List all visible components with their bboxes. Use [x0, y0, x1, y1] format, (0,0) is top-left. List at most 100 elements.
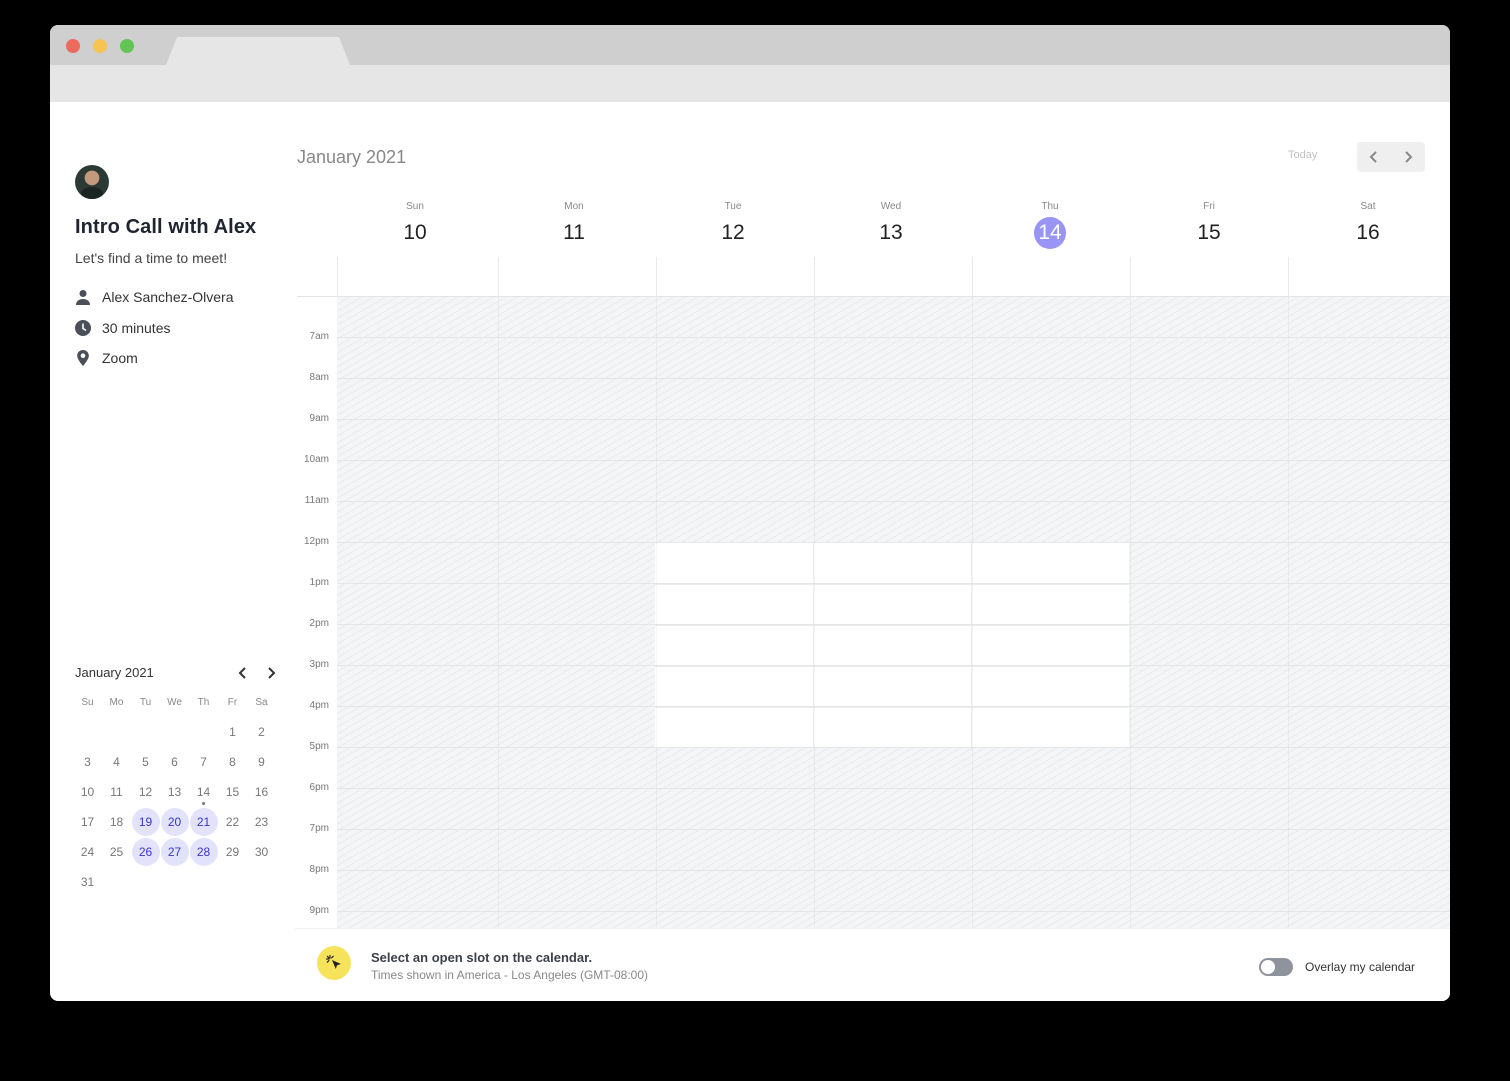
mini-day-number: 31	[80, 875, 95, 889]
cursor-click-icon	[325, 954, 341, 969]
hour-label: 11am	[304, 495, 329, 506]
mini-weekday-label: Fr	[227, 697, 238, 708]
day-gridline	[814, 297, 815, 928]
mini-day-number: 2	[258, 725, 265, 739]
open-slot-wed-3pm[interactable]	[813, 666, 971, 707]
mini-day-27[interactable]: 27	[160, 837, 189, 867]
day-date: 15	[1130, 217, 1288, 249]
mini-day-6: 6	[160, 747, 189, 777]
hour-label: 5pm	[309, 741, 329, 752]
open-slot-tue-12pm[interactable]	[655, 543, 813, 584]
hour-label: 4pm	[309, 700, 329, 711]
open-slot-wed-4pm[interactable]	[813, 707, 971, 748]
day-gridline	[1130, 297, 1131, 928]
hour-gridline	[337, 870, 1450, 871]
mini-day-26[interactable]: 26	[131, 837, 160, 867]
hour-gridline	[337, 542, 1450, 543]
open-slot-thu-3pm[interactable]	[971, 666, 1129, 707]
day-date: 11	[495, 217, 653, 249]
day-date: 12	[654, 217, 812, 249]
chevron-left-icon	[238, 667, 246, 679]
open-slot-wed-2pm[interactable]	[813, 625, 971, 666]
mini-day-20[interactable]: 20	[160, 807, 189, 837]
day-date-number: 13	[879, 221, 903, 244]
day-gridline	[498, 297, 499, 928]
overlay-calendar-toggle[interactable]	[1259, 958, 1293, 976]
day-gridline	[656, 297, 657, 928]
hour-gridline	[337, 747, 1450, 748]
all-day-separator	[972, 257, 973, 297]
mini-day-25: 25	[102, 837, 131, 867]
hour-gridline	[337, 665, 1450, 666]
mini-day-number: 30	[254, 845, 269, 859]
hour-label: 3pm	[309, 659, 329, 670]
open-slot-thu-2pm[interactable]	[971, 625, 1129, 666]
day-date-number: 10	[403, 221, 427, 244]
day-date: 10	[336, 217, 494, 249]
hour-label: 9am	[309, 413, 329, 424]
mini-day-1: 1	[218, 717, 247, 747]
mini-day-28[interactable]: 28	[189, 837, 218, 867]
open-slot-tue-2pm[interactable]	[655, 625, 813, 666]
mini-day-22: 22	[218, 807, 247, 837]
duration-text: 30 minutes	[102, 320, 171, 336]
mini-weekday-label: Su	[81, 697, 94, 708]
mini-calendar-prev-button[interactable]	[233, 663, 253, 683]
maximize-window-button[interactable]	[120, 39, 134, 53]
prev-week-button[interactable]	[1357, 142, 1391, 172]
footer-bar: Select an open slot on the calendar. Tim…	[295, 928, 1450, 1001]
mini-day-number: 9	[258, 755, 265, 769]
hour-gridline	[337, 583, 1450, 584]
mini-day-number: 5	[142, 755, 149, 769]
host-avatar	[75, 165, 109, 199]
mini-day-number: 22	[225, 815, 240, 829]
hour-gridline	[337, 501, 1450, 502]
open-slot-tue-1pm[interactable]	[655, 584, 813, 625]
next-week-button[interactable]	[1391, 142, 1425, 172]
mini-day-empty	[160, 867, 189, 897]
today-indicator-dot	[202, 802, 205, 805]
mini-day-empty	[102, 717, 131, 747]
hour-label: 1pm	[309, 577, 329, 588]
mini-calendar: Su Mo Tu We Th Fr Sa 1 2 3 4 5 6 7 8 9 10 11 12 13 14 15 16 17…	[73, 697, 277, 897]
mini-day-number: 13	[167, 785, 182, 799]
mini-day-14: 14	[189, 777, 218, 807]
mini-day-21[interactable]: 21	[189, 807, 218, 837]
location-row: Zoom	[75, 350, 138, 366]
open-slot-thu-12pm[interactable]	[971, 543, 1129, 584]
event-subtitle: Let's find a time to meet!	[75, 250, 228, 266]
today-button[interactable]: Today	[1288, 149, 1317, 161]
mini-day-19[interactable]: 19	[131, 807, 160, 837]
day-gridline	[1288, 297, 1289, 928]
hour-label: 2pm	[309, 618, 329, 629]
clock-icon	[75, 320, 91, 336]
day-name: Fri	[1203, 201, 1215, 212]
day-name: Sun	[406, 201, 424, 212]
mini-calendar-next-button[interactable]	[261, 663, 281, 683]
mini-day-number: 26	[131, 838, 160, 866]
mini-day-empty	[102, 867, 131, 897]
day-name: Thu	[1041, 201, 1059, 212]
all-day-separator	[498, 257, 499, 297]
open-slot-wed-12pm[interactable]	[813, 543, 971, 584]
mini-day-number: 12	[138, 785, 153, 799]
open-slot-thu-1pm[interactable]	[971, 584, 1129, 625]
mini-day-empty	[218, 867, 247, 897]
mini-day-30: 30	[247, 837, 276, 867]
hour-label: 12pm	[303, 536, 329, 547]
open-slot-tue-3pm[interactable]	[655, 666, 813, 707]
close-window-button[interactable]	[66, 39, 80, 53]
browser-tab[interactable]	[166, 37, 350, 65]
open-slot-thu-4pm[interactable]	[971, 707, 1129, 748]
mini-day-8: 8	[218, 747, 247, 777]
person-icon	[76, 290, 90, 305]
day-name: Tue	[724, 201, 742, 212]
day-header-tue: Tue 12	[654, 201, 812, 249]
mini-day-number: 29	[225, 845, 240, 859]
open-slot-tue-4pm[interactable]	[655, 707, 813, 748]
mini-weekday-label: Th	[197, 697, 210, 708]
open-slot-wed-1pm[interactable]	[813, 584, 971, 625]
mini-day-number: 21	[189, 808, 218, 836]
mini-day-16: 16	[247, 777, 276, 807]
minimize-window-button[interactable]	[93, 39, 107, 53]
